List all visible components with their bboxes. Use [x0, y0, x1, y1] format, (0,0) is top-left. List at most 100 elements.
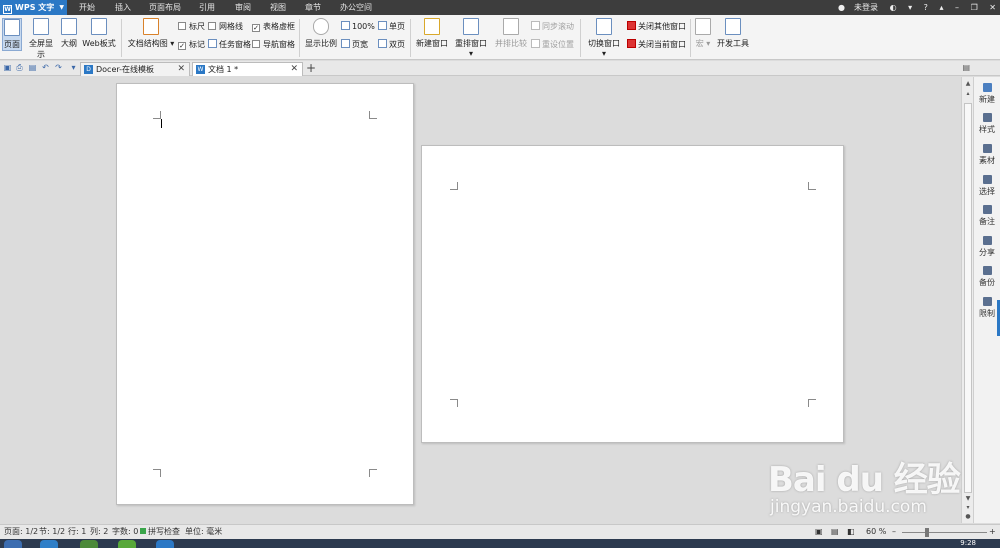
gridlines-checkbox[interactable]: 网格线: [208, 21, 243, 33]
vertical-scrollbar[interactable]: ▲ ▴ ▼ ▾ ●: [961, 77, 973, 523]
taskpane-materials[interactable]: 素材: [974, 144, 1000, 166]
close-tab-icon[interactable]: ✕: [177, 63, 185, 76]
new-doc-icon: [982, 83, 992, 92]
scroll-up-icon[interactable]: ▲: [964, 80, 972, 88]
taskpane-share[interactable]: 分享: [974, 236, 1000, 258]
margin-corner-mark: [450, 399, 458, 407]
tab-document-1[interactable]: W 文档 1 * ✕: [192, 62, 303, 76]
scroll-down-icon[interactable]: ▼: [964, 495, 972, 503]
status-section[interactable]: 节: 1/2: [39, 525, 65, 539]
taskpane-backup[interactable]: 备份: [974, 266, 1000, 288]
checkbox-icon: [252, 40, 260, 48]
full-screen-button[interactable]: 全屏显示: [26, 18, 56, 60]
zoom-out-icon[interactable]: –: [892, 525, 896, 539]
scroll-thumb[interactable]: [964, 103, 972, 493]
status-spell-check[interactable]: 拼写检查: [140, 525, 180, 539]
ruler-checkbox[interactable]: 标尺: [178, 21, 205, 33]
taskpane-select[interactable]: 选择: [974, 175, 1000, 197]
tab-docer-templates[interactable]: D Docer-在线模板 ✕: [80, 62, 190, 76]
start-button-icon[interactable]: [4, 540, 22, 548]
table-gridlines-checkbox[interactable]: ✓ 表格虚框: [252, 21, 295, 33]
outline-button[interactable]: 大纲: [60, 18, 78, 49]
zoom-slider-thumb[interactable]: [925, 528, 929, 537]
select-browse-icon[interactable]: ●: [964, 513, 972, 521]
outline-status-icon[interactable]: ▤: [831, 525, 839, 539]
help-button[interactable]: ?: [924, 0, 928, 15]
zoom-100-button[interactable]: 100%: [341, 21, 375, 33]
page-view-button[interactable]: 页面: [2, 18, 22, 51]
app-menu-button[interactable]: W WPS 文字 ▼: [0, 0, 67, 15]
macro-button[interactable]: 宏 ▾: [695, 18, 711, 49]
shirt-icon[interactable]: ▾: [908, 0, 912, 15]
login-link[interactable]: ● 未登录: [829, 0, 878, 15]
web-view-status-icon[interactable]: ◧: [847, 525, 855, 539]
page-view-status-icon[interactable]: ▣: [815, 525, 823, 539]
menu-chapter[interactable]: 章节: [305, 0, 321, 15]
doc-structure-button[interactable]: 文档结构图 ▾: [126, 18, 176, 49]
web-layout-button[interactable]: Web板式: [82, 18, 116, 49]
status-word-count[interactable]: 字数: 0: [112, 525, 138, 539]
menu-references[interactable]: 引用: [199, 0, 215, 15]
status-unit[interactable]: 单位: 毫米: [185, 525, 222, 539]
macro-icon: [695, 18, 711, 35]
side-by-side-button[interactable]: 并排比较: [495, 18, 527, 49]
minimize-icon[interactable]: –: [955, 0, 959, 15]
zoom-in-icon[interactable]: +: [989, 525, 996, 539]
skin-icon[interactable]: ◐: [890, 0, 897, 15]
taskpane-styles[interactable]: 样式: [974, 113, 1000, 135]
zoom-level[interactable]: 60 %: [866, 525, 886, 539]
menu-review[interactable]: 审阅: [235, 0, 251, 15]
close-icon[interactable]: ✕: [989, 0, 996, 15]
close-current-button[interactable]: 关闭当前窗口: [627, 39, 686, 51]
close-tab-icon[interactable]: ✕: [290, 63, 298, 76]
ribbon-divider: [690, 19, 691, 57]
page-2-landscape[interactable]: [421, 145, 844, 443]
explorer-icon[interactable]: [80, 540, 98, 548]
checked-icon: ✓: [252, 24, 260, 32]
taskpane-new[interactable]: 新建: [974, 83, 1000, 105]
browser-icon[interactable]: [40, 540, 58, 548]
task-pane-toggle[interactable]: 任务窗格: [208, 39, 251, 51]
undo-icon[interactable]: ↶: [41, 63, 50, 72]
new-tab-button[interactable]: +: [306, 62, 316, 75]
menu-home[interactable]: 开始: [79, 0, 95, 15]
menu-view[interactable]: 视图: [270, 0, 286, 15]
menu-bar: W WPS 文字 ▼ 开始 插入 页面布局 引用 审阅 视图 章节 办公空间 ● 未登…: [0, 0, 1000, 15]
sync-scroll-button[interactable]: 同步滚动: [531, 21, 574, 33]
app-green-icon[interactable]: [118, 540, 136, 548]
save-icon[interactable]: ▣: [3, 63, 12, 72]
status-page[interactable]: 页面: 1/2: [4, 525, 38, 539]
nav-pane-checkbox[interactable]: 导航窗格: [252, 39, 295, 51]
redo-icon[interactable]: ↷: [54, 63, 63, 72]
page-width-button[interactable]: 页宽: [341, 39, 368, 51]
menu-page-layout[interactable]: 页面布局: [149, 0, 181, 15]
switch-window-button[interactable]: 切换窗口 ▾: [585, 18, 623, 58]
page-down-icon[interactable]: ▾: [964, 504, 972, 512]
status-row: 行: 1: [68, 527, 87, 536]
marks-checkbox[interactable]: ✓ 标记: [178, 39, 205, 51]
menu-insert[interactable]: 插入: [115, 0, 131, 15]
menu-office-space[interactable]: 办公空间: [340, 0, 372, 15]
checkbox-icon: [178, 22, 186, 30]
taskpane-notes[interactable]: 备注: [974, 205, 1000, 227]
margin-corner-mark: [153, 469, 161, 477]
restore-icon[interactable]: ❐: [971, 0, 978, 15]
zoom-slider[interactable]: [902, 532, 987, 533]
page-1-portrait[interactable]: [116, 83, 414, 505]
single-page-button[interactable]: 单页: [378, 21, 405, 33]
reset-position-button[interactable]: 重设位置: [531, 39, 574, 51]
page-up-icon[interactable]: ▴: [964, 90, 972, 98]
print-icon[interactable]: ⎙: [15, 63, 24, 72]
dev-tools-button[interactable]: 开发工具: [716, 18, 750, 49]
two-pages-button[interactable]: 双页: [378, 39, 405, 51]
tab-list-icon[interactable]: ▤: [962, 63, 970, 72]
arrange-windows-button[interactable]: 重排窗口 ▾: [452, 18, 490, 58]
collapse-ribbon-icon[interactable]: ▴: [939, 0, 943, 15]
wps-taskbar-icon[interactable]: [156, 540, 174, 548]
close-others-button[interactable]: 关闭其他窗口: [627, 21, 686, 33]
customize-toolbar-icon[interactable]: ▾: [69, 63, 78, 72]
print-preview-icon[interactable]: ▤: [28, 63, 37, 72]
new-window-button[interactable]: 新建窗口: [416, 18, 448, 49]
ribbon-divider: [121, 19, 122, 57]
zoom-button[interactable]: 显示比例: [305, 18, 337, 49]
